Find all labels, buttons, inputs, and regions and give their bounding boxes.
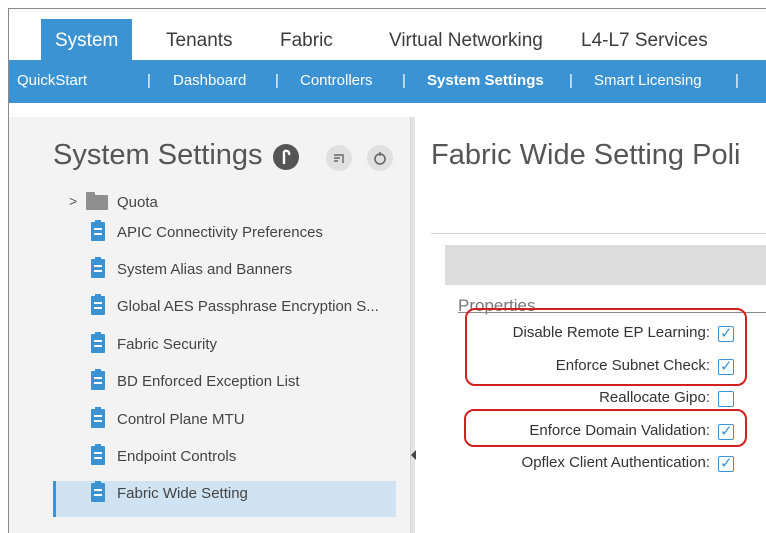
policy-doc-icon	[91, 369, 105, 390]
subtab-quickstart[interactable]: QuickStart	[17, 60, 87, 103]
policy-doc-icon	[91, 294, 105, 315]
tree-item-global-aes[interactable]: Global AES Passphrase Encryption S...	[117, 298, 379, 315]
app-frame: System Tenants Fabric Virtual Networking…	[8, 8, 766, 533]
subtab-dashboard[interactable]: Dashboard	[173, 60, 246, 103]
subtab-system-settings[interactable]: System Settings	[427, 60, 544, 103]
info-icon[interactable]	[273, 144, 299, 170]
collapse-left-icon[interactable]	[411, 450, 416, 460]
subnav-separator: |	[147, 72, 151, 89]
policy-doc-icon	[91, 444, 105, 465]
divider	[431, 233, 766, 234]
policy-doc-icon	[91, 257, 105, 278]
subnav-separator: |	[275, 72, 279, 89]
tree-item-control-plane-mtu[interactable]: Control Plane MTU	[117, 411, 245, 428]
toolbar-bar	[445, 245, 766, 285]
sub-nav: QuickStart | Dashboard | Controllers | S…	[9, 60, 766, 103]
policy-doc-icon	[91, 481, 105, 502]
subnav-separator: |	[735, 72, 739, 89]
policy-doc-icon	[91, 407, 105, 428]
subnav-separator: |	[402, 72, 406, 89]
tree-item-quota[interactable]: Quota	[117, 194, 158, 211]
reallocate-gipo-label: Reallocate Gipo:	[599, 389, 710, 406]
reallocate-gipo-checkbox[interactable]	[718, 391, 734, 407]
left-panel	[9, 117, 412, 533]
opflex-auth-label: Opflex Client Authentication:	[521, 454, 710, 471]
highlight-box	[465, 308, 747, 386]
tree-item-endpoint-controls[interactable]: Endpoint Controls	[117, 448, 236, 465]
opflex-auth-checkbox[interactable]	[718, 454, 734, 472]
policy-doc-icon	[91, 220, 105, 241]
subtab-smart-licensing[interactable]: Smart Licensing	[594, 60, 702, 103]
highlight-box	[464, 409, 747, 447]
tree-item-fabric-wide-setting[interactable]: Fabric Wide Setting	[117, 485, 248, 502]
left-panel-title: System Settings	[53, 139, 263, 171]
subtab-controllers[interactable]: Controllers	[300, 60, 373, 103]
expand-chevron-icon[interactable]: >	[69, 193, 77, 209]
panel-resize-handle[interactable]	[410, 117, 415, 533]
subnav-separator: |	[569, 72, 573, 89]
policy-doc-icon	[91, 332, 105, 353]
tree-item-bd-enforced[interactable]: BD Enforced Exception List	[117, 373, 300, 390]
folder-icon	[86, 192, 108, 210]
tools-icon[interactable]	[326, 145, 352, 171]
tree-item-fabric-security[interactable]: Fabric Security	[117, 336, 217, 353]
policy-title: Fabric Wide Setting Poli	[431, 139, 741, 171]
refresh-icon[interactable]	[367, 145, 393, 171]
tree-item-apic-connectivity[interactable]: APIC Connectivity Preferences	[117, 224, 323, 241]
tree-item-system-alias[interactable]: System Alias and Banners	[117, 261, 292, 278]
